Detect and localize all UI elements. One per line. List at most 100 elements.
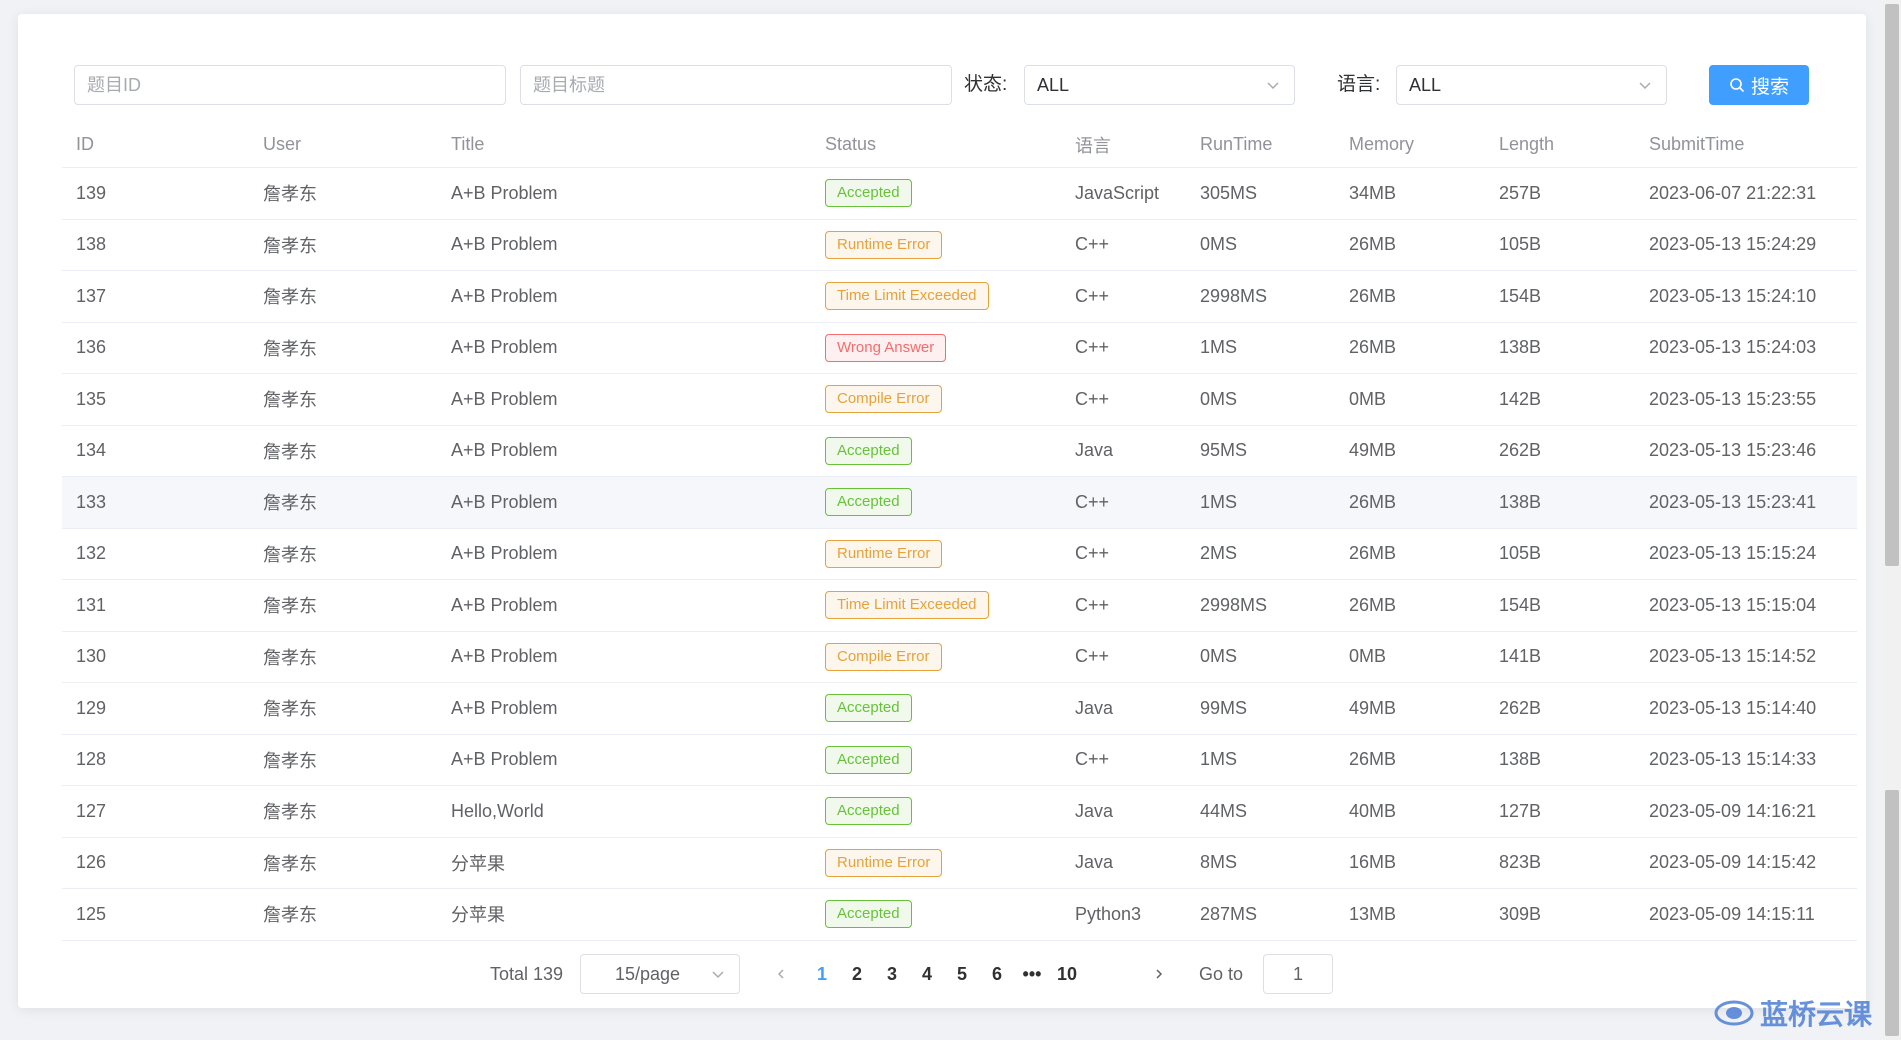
cell-user: 詹孝东 (263, 544, 317, 565)
cell-memory: 26MB (1349, 337, 1397, 358)
cell-status: Accepted (825, 168, 912, 219)
problem-id-input[interactable] (74, 65, 506, 105)
cell-title[interactable]: A+B Problem (451, 426, 558, 477)
cell-title[interactable]: 分苹果 (451, 838, 505, 889)
table-row[interactable]: 138 詹孝东 A+B Problem Runtime Error C++ 0MS 26MB… (62, 220, 1857, 271)
cell-status: Accepted (825, 426, 912, 477)
table-row[interactable]: 126 詹孝东 分苹果 Runtime Error Java 8MS 16MB 823B 202… (62, 838, 1857, 889)
problem-title-input[interactable] (520, 65, 952, 105)
table-row[interactable]: 131 詹孝东 A+B Problem Time Limit Exceeded C++ 2… (62, 580, 1857, 632)
cell-submit-time: 2023-05-13 15:15:24 (1649, 543, 1817, 564)
cell-title[interactable]: A+B Problem (451, 683, 558, 734)
header-user: User (263, 134, 302, 154)
prev-page-button[interactable] (766, 954, 796, 994)
cell-submit-time: 2023-05-13 15:23:41 (1649, 491, 1817, 512)
scrollbar-thumb[interactable] (1885, 4, 1899, 566)
cell-memory: 40MB (1349, 800, 1397, 821)
status-badge: Runtime Error (825, 848, 943, 877)
search-button[interactable]: 搜索 (1709, 65, 1809, 105)
cell-user: 詹孝东 (263, 853, 317, 874)
goto-label: Go to (1199, 964, 1244, 984)
page-number-4[interactable]: 4 (909, 954, 945, 994)
cell-memory: 0MB (1349, 388, 1387, 409)
table-row[interactable]: 127 詹孝东 Hello,World Accepted Java 44MS 40MB 127… (62, 786, 1857, 838)
table-row[interactable]: 139 詹孝东 A+B Problem Accepted JavaScript 305MS… (62, 168, 1857, 220)
table-row[interactable]: 134 詹孝东 A+B Problem Accepted Java 95MS 49MB 262… (62, 426, 1857, 477)
table-row[interactable]: 129 詹孝东 A+B Problem Accepted Java 99MS 49MB 262… (62, 683, 1857, 735)
cell-title[interactable]: A+B Problem (451, 323, 558, 374)
cell-title[interactable]: A+B Problem (451, 168, 558, 219)
cell-memory: 26MB (1349, 543, 1397, 564)
goto-page-input[interactable] (1263, 954, 1333, 994)
page-number-5[interactable]: 5 (944, 954, 980, 994)
table-row[interactable]: 135 詹孝东 A+B Problem Compile Error C++ 0MS 0MB 1… (62, 374, 1857, 426)
language-select[interactable]: ALL (1396, 65, 1667, 105)
cell-title[interactable]: A+B Problem (451, 374, 558, 425)
cell-title[interactable]: 分苹果 (451, 889, 505, 940)
cell-submit-time: 2023-05-13 15:24:10 (1649, 285, 1817, 306)
cell-status: Compile Error (825, 374, 942, 425)
cell-language: C++ (1075, 543, 1110, 564)
cell-language: C++ (1075, 749, 1110, 770)
status-badge: Accepted (825, 694, 912, 723)
cell-language: C++ (1075, 646, 1110, 667)
cell-length: 127B (1499, 800, 1542, 821)
cell-status: Wrong Answer (825, 323, 947, 374)
chevron-left-icon (777, 969, 784, 979)
cell-length: 262B (1499, 440, 1542, 461)
chevron-down-icon (712, 971, 724, 979)
status-select-value: ALL (1037, 75, 1070, 95)
cell-title[interactable]: A+B Problem (451, 271, 558, 322)
cell-title[interactable]: A+B Problem (451, 580, 558, 631)
page-number-2[interactable]: 2 (839, 954, 875, 994)
cell-title[interactable]: A+B Problem (451, 735, 558, 786)
status-badge: Time Limit Exceeded (825, 591, 989, 620)
watermark: 蓝桥云课 (1714, 993, 1872, 1033)
cell-runtime: 95MS (1200, 440, 1248, 461)
cell-runtime: 0MS (1200, 646, 1238, 667)
table-row[interactable]: 132 詹孝东 A+B Problem Runtime Error C++ 2MS 26MB… (62, 529, 1857, 580)
table-row[interactable]: 136 詹孝东 A+B Problem Wrong Answer C++ 1MS 26MB 1… (62, 323, 1857, 374)
table-row[interactable]: 125 詹孝东 分苹果 Accepted Python3 287MS 13MB 309B 202… (62, 889, 1857, 941)
cell-length: 309B (1499, 903, 1542, 924)
cell-id: 133 (76, 491, 107, 512)
pagination-total: Total 139 (490, 964, 564, 984)
cell-title[interactable]: A+B Problem (451, 220, 558, 271)
table-header: ID User Title Status 语言 RunTime Memory L… (62, 122, 1857, 168)
cell-length: 105B (1499, 543, 1542, 564)
cell-language: C++ (1075, 594, 1110, 615)
cell-submit-time: 2023-06-07 21:22:31 (1649, 182, 1817, 203)
status-badge: Accepted (825, 488, 912, 517)
page-number-1[interactable]: 1 (804, 954, 840, 994)
cell-status: Time Limit Exceeded (825, 271, 989, 322)
page-size-select[interactable]: 15/page (580, 954, 740, 994)
header-id: ID (76, 134, 94, 154)
page-scrollbar[interactable] (1883, 0, 1901, 1040)
cell-submit-time: 2023-05-13 15:14:52 (1649, 646, 1817, 667)
cell-memory: 26MB (1349, 285, 1397, 306)
page-number-6[interactable]: 6 (979, 954, 1015, 994)
more-pages-button[interactable]: ••• (1014, 954, 1050, 994)
table-row[interactable]: 130 詹孝东 A+B Problem Compile Error C++ 0MS 0MB 1… (62, 632, 1857, 683)
cell-title[interactable]: A+B Problem (451, 529, 558, 580)
cell-length: 154B (1499, 594, 1542, 615)
cell-memory: 34MB (1349, 182, 1397, 203)
page-number-10[interactable]: 10 (1049, 954, 1085, 994)
cell-length: 105B (1499, 234, 1542, 255)
cell-user: 詹孝东 (263, 441, 317, 462)
cell-memory: 26MB (1349, 491, 1397, 512)
table-row[interactable]: 137 詹孝东 A+B Problem Time Limit Exceeded C++ 2… (62, 271, 1857, 323)
status-badge: Accepted (825, 797, 912, 826)
cell-title[interactable]: A+B Problem (451, 477, 558, 528)
next-page-button[interactable] (1144, 954, 1174, 994)
cell-title[interactable]: A+B Problem (451, 632, 558, 683)
cell-memory: 49MB (1349, 697, 1397, 718)
table-body: 139 詹孝东 A+B Problem Accepted JavaScript 305MS… (62, 168, 1857, 941)
scrollbar-thumb-lower[interactable] (1885, 790, 1899, 1036)
table-row[interactable]: 133 詹孝东 A+B Problem Accepted C++ 1MS 26MB 138B 2… (62, 477, 1857, 529)
status-select[interactable]: ALL (1024, 65, 1295, 105)
page-number-3[interactable]: 3 (874, 954, 910, 994)
cell-title[interactable]: Hello,World (451, 786, 544, 837)
search-icon (1730, 78, 1745, 93)
table-row[interactable]: 128 詹孝东 A+B Problem Accepted C++ 1MS 26MB 138B 2… (62, 735, 1857, 786)
